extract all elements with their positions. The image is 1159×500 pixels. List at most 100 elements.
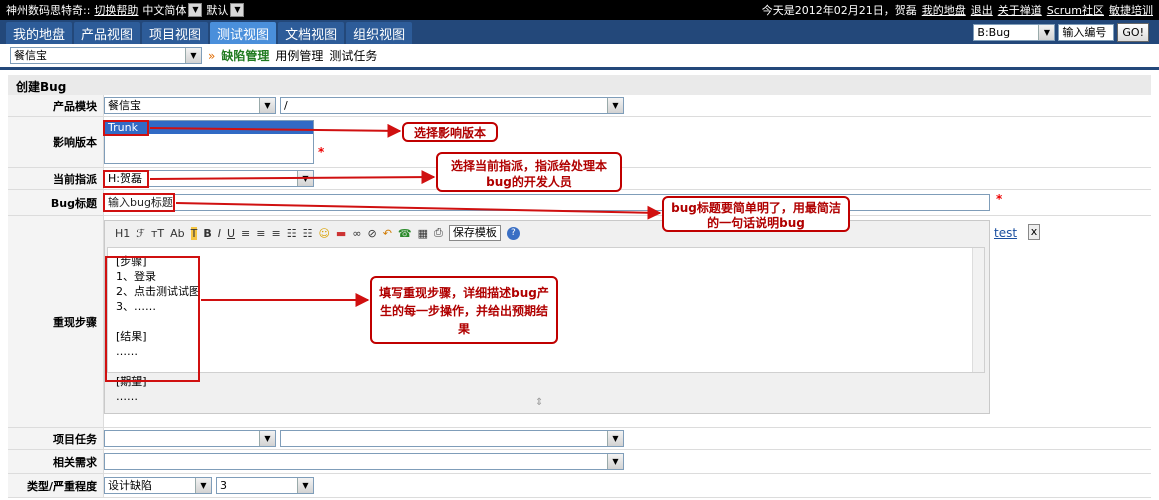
callout-assign: 选择当前指派，指派给处理本bug的开发人员	[436, 152, 622, 192]
align-right-icon[interactable]: ≡	[271, 227, 280, 240]
chevron-down-icon: ▼	[259, 431, 275, 446]
switch-help-link[interactable]: 切换帮助	[94, 2, 138, 18]
highlight-version	[103, 120, 149, 136]
align-center-icon[interactable]: ≡	[256, 227, 265, 240]
highlight-steps	[105, 256, 200, 382]
bold-tool[interactable]: B	[203, 227, 211, 240]
repro-steps-label: 重现步骤	[8, 216, 104, 427]
sub-nav: 餐信宝 ▼ » 缺陷管理 用例管理 测试任务	[0, 44, 1159, 70]
font-size-tool[interactable]: тT	[151, 227, 164, 240]
link-icon[interactable]: ∞	[352, 227, 361, 240]
save-template-button[interactable]: 保存模板	[448, 225, 501, 241]
chevron-down-icon: ▼	[195, 478, 211, 493]
tab-my-dashboard[interactable]: 我的地盘	[6, 22, 73, 44]
brand-text: 神州数码思特奇::	[6, 4, 91, 17]
tab-product-view[interactable]: 产品视图	[74, 22, 141, 44]
highlight-tool[interactable]: T	[190, 226, 198, 240]
top-bar: 神州数码思特奇:: 切换帮助 中文简体 ▼ 默认 ▼ 今天是2012年02月21…	[0, 0, 1159, 20]
row-project-task: 项目任务 ▼ ▼	[8, 428, 1151, 450]
agile-training-link[interactable]: 敏捷培训	[1109, 2, 1153, 18]
severity-select[interactable]: 3 ▼	[216, 477, 314, 494]
unordered-list-icon[interactable]: ☷	[303, 227, 313, 240]
chevron-down-icon: ▼	[185, 48, 201, 63]
product-module-label: 产品模块	[8, 95, 104, 116]
product-switch-select[interactable]: 餐信宝 ▼	[10, 47, 202, 64]
bug-type-select[interactable]: 设计缺陷 ▼	[104, 477, 212, 494]
font-color-tool[interactable]: Ab	[170, 227, 185, 240]
task-select[interactable]: ▼	[280, 430, 624, 447]
language-select[interactable]: 中文简体 ▼	[142, 2, 203, 18]
search-id-input[interactable]: 输入编号	[1058, 24, 1115, 41]
test-link[interactable]: test	[994, 226, 1017, 240]
bug-title-input[interactable]: 输入bug标题	[104, 194, 990, 211]
product-select[interactable]: 餐信宝 ▼	[104, 97, 276, 114]
steps-scrollbar[interactable]	[972, 248, 984, 372]
my-dashboard-link[interactable]: 我的地盘	[922, 2, 966, 18]
chevron-down-icon: ▼	[188, 3, 203, 17]
story-select[interactable]: ▼	[104, 453, 624, 470]
image-icon[interactable]: ▬	[336, 227, 346, 240]
assign-label: 当前指派	[8, 168, 104, 189]
help-icon[interactable]: ?	[506, 226, 520, 240]
callout-title: bug标题要简单明了，用最简洁的一句话说明bug	[662, 196, 850, 232]
steps-line: [步骤]	[116, 255, 147, 268]
table-icon[interactable]: ▦	[418, 227, 428, 240]
tab-project-view[interactable]: 项目视图	[142, 22, 209, 44]
highlight-title	[103, 193, 175, 212]
align-left-icon[interactable]: ≡	[241, 227, 250, 240]
affected-version-label: 影响版本	[8, 117, 104, 167]
chevron-down-icon: ▼	[259, 98, 275, 113]
go-button[interactable]: GO!	[1117, 23, 1149, 42]
required-mark: *	[996, 192, 1003, 206]
row-product-module: 产品模块 餐信宝 ▼ / ▼	[8, 95, 1151, 117]
highlight-assign	[103, 170, 149, 188]
font-family-tool[interactable]: ℱ	[136, 227, 145, 240]
related-story-label: 相关需求	[8, 450, 104, 473]
subnav-bug-management[interactable]: 缺陷管理	[221, 47, 269, 64]
required-mark: *	[318, 145, 325, 159]
heading-tool[interactable]: H1	[115, 227, 130, 240]
about-link[interactable]: 关于禅道	[998, 2, 1042, 18]
ordered-list-icon[interactable]: ☷	[287, 227, 297, 240]
row-type-severity: 类型/严重程度 设计缺陷 ▼ 3 ▼	[8, 474, 1151, 498]
subnav-case-management[interactable]: 用例管理	[275, 47, 323, 64]
italic-tool[interactable]: I	[218, 227, 221, 240]
tab-doc-view[interactable]: 文档视图	[278, 22, 345, 44]
callout-version: 选择影响版本	[402, 122, 498, 142]
steps-line: [期望]	[116, 375, 147, 388]
chevron-down-icon: ▼	[230, 3, 245, 17]
clear-format-icon[interactable]: ⊘	[367, 227, 376, 240]
type-severity-label: 类型/严重程度	[8, 474, 104, 497]
greeting-text: 今天是2012年02月21日，贺磊	[761, 4, 917, 17]
print-icon[interactable]: ⎙	[434, 226, 443, 240]
scrum-community-link[interactable]: Scrum社区	[1047, 2, 1104, 18]
chevron-down-icon: ▼	[297, 478, 313, 493]
tab-test-view[interactable]: 测试视图	[210, 22, 277, 44]
resize-handle-icon[interactable]: ⇕	[535, 397, 543, 408]
chevron-down-icon: ▼	[1038, 25, 1055, 40]
project-task-label: 项目任务	[8, 428, 104, 449]
steps-line: ……	[116, 390, 138, 403]
tab-org-view[interactable]: 组织视图	[346, 22, 413, 44]
emoticon-icon[interactable]: ☺	[318, 227, 329, 240]
main-nav: 我的地盘 产品视图 项目视图 测试视图 文档视图 组织视图 B:Bug ▼ 输入…	[0, 20, 1159, 44]
search-type-select[interactable]: B:Bug ▼	[973, 24, 1056, 41]
underline-tool[interactable]: U	[227, 227, 235, 240]
close-icon[interactable]: x	[1028, 224, 1040, 240]
project-select[interactable]: ▼	[104, 430, 276, 447]
subnav-test-tasks[interactable]: 测试任务	[329, 47, 377, 64]
logout-link[interactable]: 退出	[971, 2, 993, 18]
breadcrumb-separator: »	[208, 48, 216, 63]
bug-title-label: Bug标题	[8, 190, 104, 215]
module-select[interactable]: / ▼	[280, 97, 624, 114]
phone-icon[interactable]: ☎	[398, 227, 412, 240]
form-title: 创建Bug	[8, 75, 1151, 95]
steps-line	[108, 359, 984, 374]
undo-icon[interactable]: ↶	[383, 227, 392, 240]
editor-toolbar: H1 ℱ тT Ab T B I U ≡ ≡ ≡ ☷ ☷ ☺ ▬ ∞ ⊘ ↶ ☎…	[105, 221, 989, 245]
callout-steps: 填写重现步骤，详细描述bug产生的每一步操作，并给出预期结果	[370, 276, 558, 344]
chevron-down-icon: ▼	[607, 431, 623, 446]
theme-select[interactable]: 默认 ▼	[206, 2, 245, 18]
chevron-down-icon: ▼	[607, 98, 623, 113]
steps-line: ……	[116, 345, 138, 358]
